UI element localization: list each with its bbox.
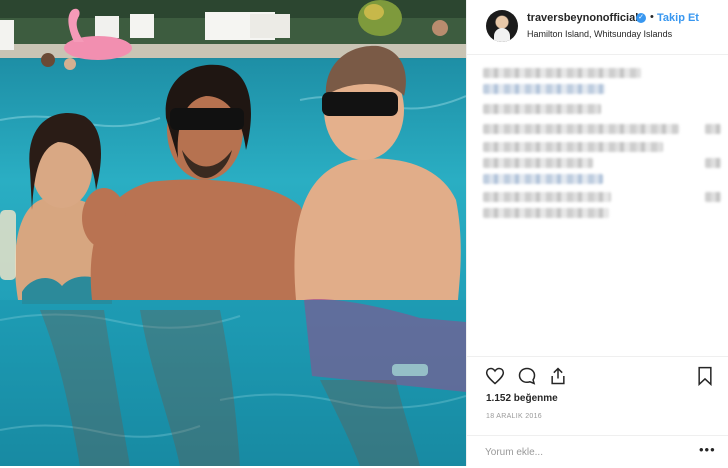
instagram-post: traversbeynonofficial ✓ • Takip Et Hamil… xyxy=(0,0,728,466)
username-link[interactable]: traversbeynonofficial xyxy=(527,12,638,24)
blurred-line xyxy=(483,84,605,94)
verified-badge-icon: ✓ xyxy=(636,13,646,23)
separator-dot: • xyxy=(650,11,654,23)
comment-bubble-icon[interactable] xyxy=(517,366,537,386)
blurred-line xyxy=(483,174,603,184)
blurred-heart xyxy=(705,124,721,134)
location-link[interactable]: Hamilton Island, Whitsunday Islands xyxy=(527,29,672,39)
comment-bar: ••• xyxy=(467,435,728,468)
post-header: traversbeynonofficial ✓ • Takip Et Hamil… xyxy=(467,0,728,55)
more-options-button[interactable]: ••• xyxy=(699,442,716,457)
bookmark-icon[interactable] xyxy=(696,366,714,386)
follow-button[interactable]: Takip Et xyxy=(657,12,699,24)
blurred-line xyxy=(483,104,601,114)
heart-icon[interactable] xyxy=(485,366,505,386)
share-icon[interactable] xyxy=(548,366,568,386)
blurred-line xyxy=(483,124,679,134)
avatar[interactable] xyxy=(486,10,518,42)
post-date: 18 ARALIK 2016 xyxy=(486,413,542,420)
post-photo[interactable] xyxy=(0,0,466,466)
post-sidebar: traversbeynonofficial ✓ • Takip Et Hamil… xyxy=(466,0,728,466)
blurred-line xyxy=(483,68,641,78)
blurred-line xyxy=(483,142,663,152)
pool-photo-illustration xyxy=(0,0,466,466)
post-actions: 1.152 beğenme 18 ARALIK 2016 ••• xyxy=(467,356,728,467)
blurred-heart xyxy=(705,192,721,202)
blurred-line xyxy=(483,158,593,168)
comment-input[interactable] xyxy=(485,444,685,460)
blurred-heart xyxy=(705,158,721,168)
blurred-line xyxy=(483,192,611,202)
likes-count[interactable]: 1.152 beğenme xyxy=(486,393,558,404)
blurred-comments xyxy=(483,64,723,234)
blurred-line xyxy=(483,208,609,218)
